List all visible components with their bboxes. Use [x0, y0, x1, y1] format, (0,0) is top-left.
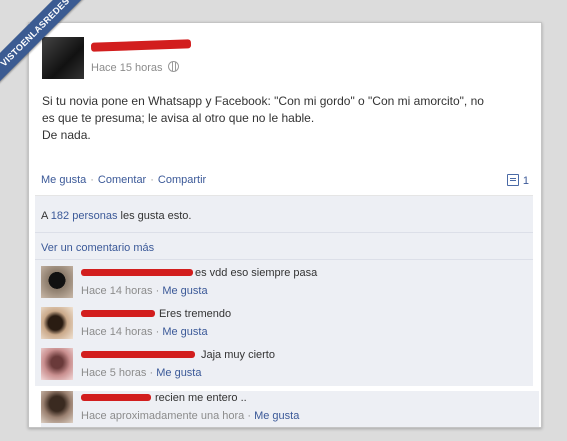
globe-icon — [167, 61, 179, 72]
comment-meta: Hace 14 horas · Me gusta — [81, 285, 521, 297]
author-avatar[interactable] — [42, 37, 84, 79]
separator: · — [90, 174, 94, 186]
commenter-avatar[interactable] — [41, 348, 73, 380]
comment-time[interactable]: Hace aproximadamente una hora — [81, 410, 244, 422]
separator: · — [149, 367, 154, 379]
separator: · — [247, 410, 251, 422]
comment-body: es vdd eso siempre pasa Hace 14 horas · … — [81, 266, 521, 297]
comment-body: Jaja muy cierto Hace 5 horas · Me gusta — [81, 348, 521, 379]
comment-text: Jaja muy cierto — [201, 349, 275, 361]
comment-text: recien me entero .. — [155, 392, 247, 404]
comment: Jaja muy cierto Hace 5 horas · Me gusta — [41, 348, 531, 384]
share-link[interactable]: Compartir — [158, 174, 206, 186]
post-timestamp[interactable]: Hace 15 horas — [91, 61, 179, 74]
comment: recien me entero .. Hace aproximadamente… — [41, 391, 539, 427]
comment-time[interactable]: Hace 5 horas — [81, 367, 146, 379]
post-line: es que te presuma; le avisa al otro que … — [42, 111, 315, 125]
likes-prefix: A — [41, 210, 48, 222]
comment-count-value: 1 — [522, 175, 529, 187]
separator: · — [155, 285, 160, 297]
comment-text: Eres tremendo — [159, 308, 232, 320]
comment-body: Eres tremendo Hace 14 horas · Me gusta — [81, 307, 521, 338]
separator: · — [155, 326, 160, 338]
comment-time[interactable]: Hace 14 horas — [81, 285, 153, 297]
comment: es vdd eso siempre pasa Hace 14 horas · … — [41, 266, 531, 302]
commenter-avatar[interactable] — [41, 307, 73, 339]
feedback-box: A 182 personas les gusta esto. Ver un co… — [35, 195, 533, 386]
commenter-avatar[interactable] — [41, 266, 73, 298]
divider — [35, 232, 533, 233]
commenter-avatar[interactable] — [41, 391, 73, 423]
post-line: De nada. — [42, 128, 91, 142]
comment-like-link[interactable]: Me gusta — [162, 285, 207, 297]
comment-meta: Hace 14 horas · Me gusta — [81, 326, 521, 338]
post-actions: Me gusta · Comentar · Compartir — [41, 174, 531, 186]
comment-count[interactable]: 1 — [506, 174, 529, 187]
comment-meta: Hace aproximadamente una hora · Me gusta — [81, 410, 521, 422]
comment-meta: Hace 5 horas · Me gusta — [81, 367, 521, 379]
like-link[interactable]: Me gusta — [41, 174, 86, 186]
comment: Eres tremendo Hace 14 horas · Me gusta — [41, 307, 531, 343]
likes-count-link[interactable]: 182 personas — [51, 210, 118, 222]
likes-suffix: les gusta esto. — [120, 210, 192, 222]
divider — [35, 259, 533, 260]
post-text: Si tu novia pone en Whatsapp y Facebook:… — [42, 93, 522, 144]
separator: · — [150, 174, 154, 186]
comment-like-link[interactable]: Me gusta — [156, 367, 201, 379]
view-more-comments-link[interactable]: Ver un comentario más — [41, 242, 154, 254]
likes-summary: A 182 personas les gusta esto. — [41, 210, 191, 222]
facebook-post-card: Hace 15 horas Si tu novia pone en Whatsa… — [28, 22, 542, 428]
post-time-text: Hace 15 horas — [91, 62, 163, 74]
comment-body: recien me entero .. Hace aproximadamente… — [81, 391, 521, 422]
comment-text: es vdd eso siempre pasa — [195, 267, 318, 279]
comment-like-link[interactable]: Me gusta — [254, 410, 299, 422]
comment-icon — [506, 174, 519, 186]
comment-link[interactable]: Comentar — [98, 174, 146, 186]
comment-like-link[interactable]: Me gusta — [162, 326, 207, 338]
post-line: Si tu novia pone en Whatsapp y Facebook:… — [42, 94, 484, 108]
redacted-author-name — [90, 39, 192, 52]
comment-time[interactable]: Hace 14 horas — [81, 326, 153, 338]
